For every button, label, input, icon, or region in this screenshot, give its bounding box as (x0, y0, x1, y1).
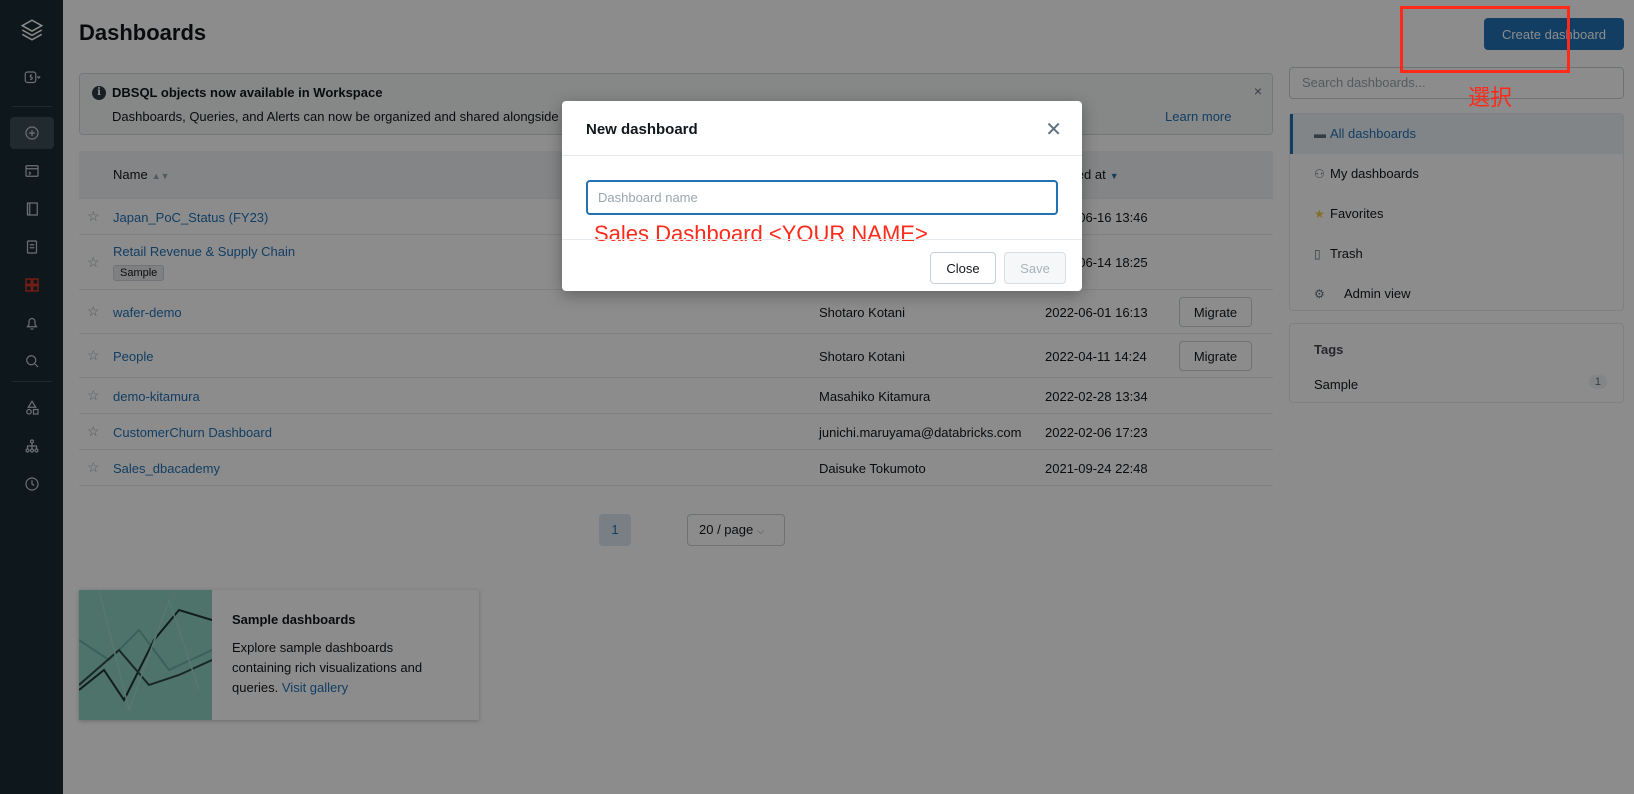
modal-header: New dashboard ✕ (562, 101, 1082, 156)
dashboard-name-input[interactable] (586, 180, 1058, 215)
close-icon[interactable]: ✕ (1045, 117, 1062, 142)
annotation-select-note: 選択 (1468, 85, 1513, 110)
new-dashboard-modal: New dashboard ✕ Sales Dashboard <YOUR NA… (562, 101, 1082, 291)
modal-title: New dashboard (586, 121, 698, 138)
save-button[interactable]: Save (1004, 252, 1066, 284)
annotation-highlight-frame (1400, 6, 1570, 73)
modal-footer: Close Save (562, 239, 1082, 291)
close-button[interactable]: Close (930, 252, 996, 284)
